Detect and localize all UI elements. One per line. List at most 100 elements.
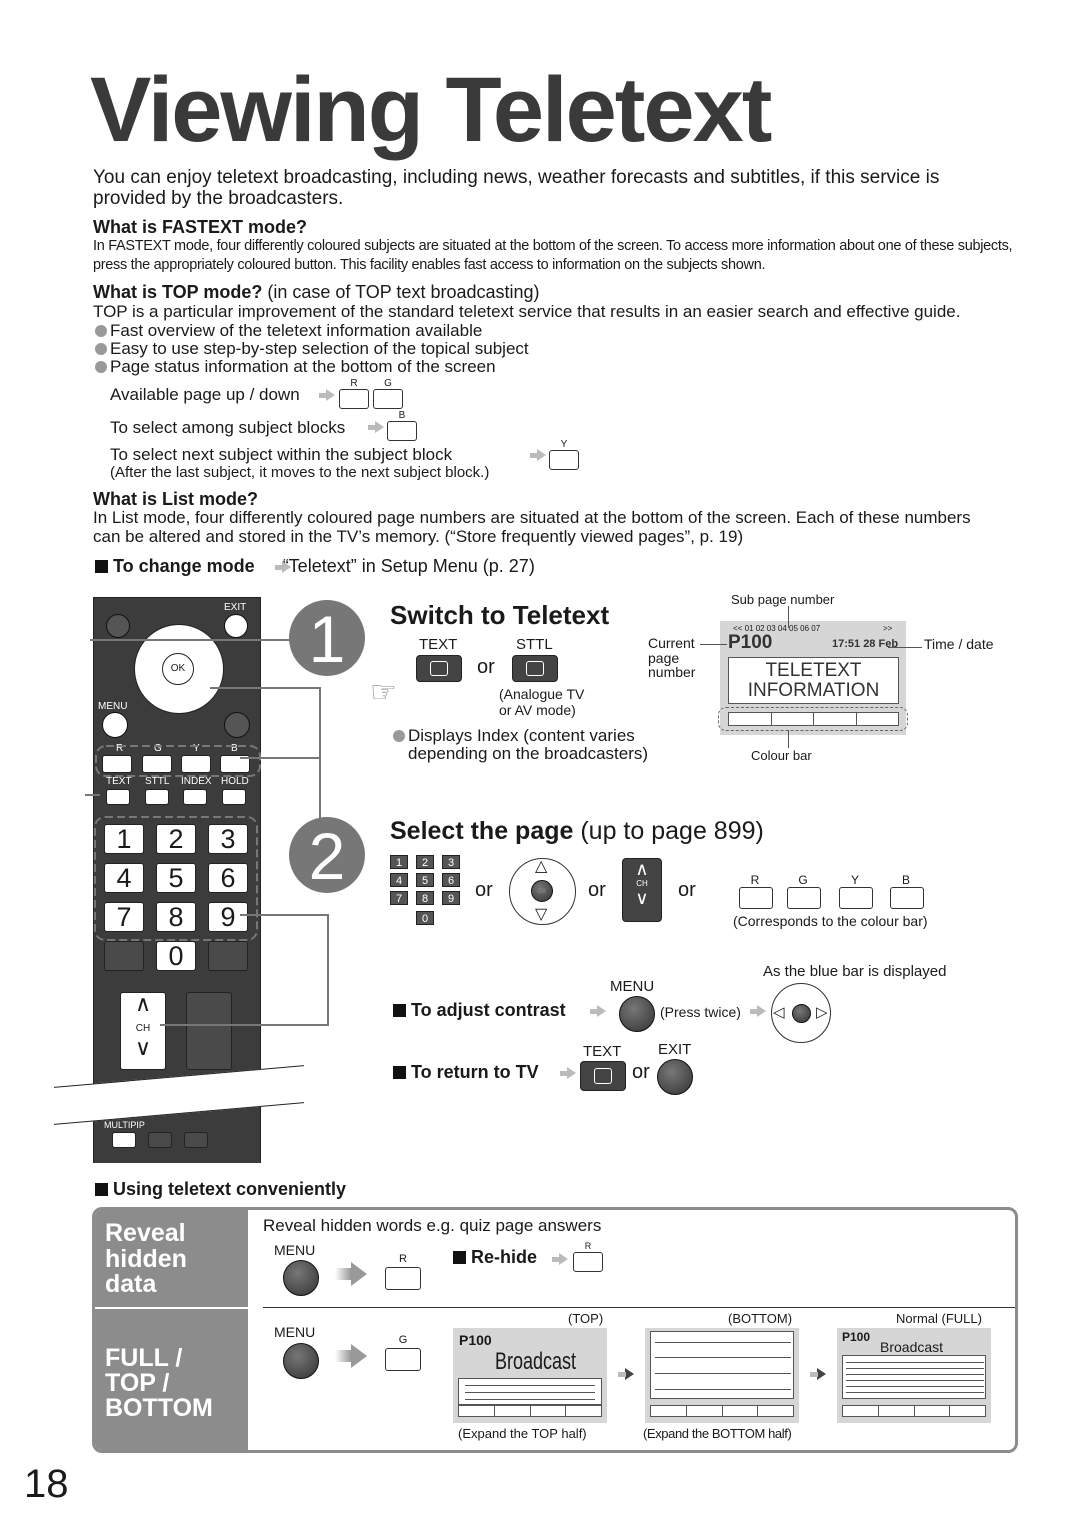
colour-bar-note: (Corresponds to the colour bar) — [733, 913, 928, 929]
arrow-icon — [590, 1005, 606, 1017]
arrow-icon — [275, 561, 291, 573]
page-number: 18 — [24, 1462, 69, 1506]
arrow-icon — [351, 1262, 367, 1286]
menu-label: MENU — [274, 1242, 316, 1258]
expand-top-note: (Expand the TOP half) — [458, 1426, 587, 1441]
current-page-label: page — [648, 650, 680, 666]
arrow-icon — [618, 1368, 634, 1380]
fastext-heading: What is FASTEXT mode? — [93, 217, 308, 237]
arrow-icon — [552, 1253, 568, 1265]
y-key — [839, 887, 873, 909]
number-key: 1 — [390, 855, 408, 869]
adjust-contrast: To adjust contrast — [393, 1000, 566, 1021]
number-key: 2 — [416, 855, 434, 869]
or-text: or — [477, 656, 495, 678]
arrow-icon — [319, 389, 335, 401]
after-last-text: (After the last subject, it moves to the… — [110, 464, 490, 481]
analogue-note: or AV mode) — [499, 702, 576, 718]
or-text: or — [678, 879, 696, 901]
arrow-icon — [560, 1067, 576, 1079]
analogue-note: (Analogue TV — [499, 686, 585, 702]
r-key-label: R — [399, 1253, 407, 1265]
g-key-label: G — [398, 1334, 408, 1346]
arrow-icon — [351, 1344, 367, 1368]
step-1-badge: 1 — [289, 600, 365, 676]
b-key-label: B — [398, 410, 406, 421]
step-1-title: Switch to Teletext — [390, 600, 610, 630]
remote-button[interactable] — [148, 1132, 172, 1148]
b-key-label: B — [901, 873, 910, 887]
next-subpages: >> — [883, 624, 893, 633]
arrow-icon — [750, 1005, 766, 1017]
menu-button-icon — [619, 996, 655, 1032]
top-bullet: Fast overview of the teletext informatio… — [95, 321, 482, 341]
menu-label: MENU — [610, 978, 655, 995]
number-key: 0 — [416, 911, 434, 925]
top-heading-bold: What is TOP mode? — [93, 282, 263, 302]
press-twice-note: (Press twice) — [660, 1004, 741, 1020]
reveal-desc: Reveal hidden words e.g. quiz page answe… — [263, 1216, 602, 1235]
or-text: or — [632, 1061, 650, 1083]
top-heading-note: (in case of TOP text broadcasting) — [262, 282, 540, 302]
expand-bottom-note: (Expand the BOTTOM half) — [643, 1426, 792, 1441]
full-screen: P100 Broadcast — [837, 1328, 991, 1423]
top-heading: What is TOP mode? (in case of TOP text b… — [93, 282, 540, 303]
sttl-button[interactable] — [512, 655, 558, 682]
or-text: or — [588, 879, 606, 901]
arrow-icon — [810, 1368, 826, 1380]
bottom-half-screen — [645, 1328, 799, 1423]
colour-bar-label: Colour bar — [751, 748, 812, 763]
top-bullet: Page status information at the bottom of… — [95, 357, 496, 377]
blue-bar-note: As the blue bar is displayed — [763, 963, 947, 980]
change-mode: To change mode “Teletext” in Setup Menu (… — [95, 556, 535, 577]
text-label: TEXT — [583, 1043, 622, 1060]
step-2-title: Select the page (up to page 899) — [390, 817, 764, 845]
page-title: Viewing Teletext — [90, 59, 772, 161]
sttl-label: STTL — [516, 636, 553, 653]
step-1-note: depending on the broadcasters) — [408, 744, 649, 763]
or-text: or — [475, 879, 493, 901]
page-updown-text: Available page up / down — [110, 385, 300, 404]
teletext-icon — [430, 661, 448, 676]
g-key — [787, 887, 821, 909]
arrow-icon — [368, 421, 384, 433]
g-key — [385, 1348, 421, 1371]
dpad-icon: △ ▽ OK — [509, 858, 576, 925]
r-key — [573, 1252, 603, 1272]
rehide: Re-hide — [453, 1247, 537, 1268]
number-key: 4 — [390, 873, 408, 887]
subtitle-icon — [526, 661, 544, 676]
g-key-label: G — [384, 378, 392, 389]
return-to-tv: To return to TV — [393, 1062, 539, 1083]
intro-text: You can enjoy teletext broadcasting, inc… — [93, 167, 940, 209]
multipip-button[interactable] — [112, 1132, 136, 1148]
current-page-label: Current — [648, 635, 695, 651]
top-label: (TOP) — [568, 1311, 604, 1326]
text-button[interactable] — [416, 655, 462, 682]
r-key-label: R — [350, 378, 358, 389]
r-key — [739, 887, 773, 909]
sub-page-label: Sub page number — [731, 592, 835, 607]
exit-button-icon — [657, 1059, 693, 1095]
menu-button-icon — [283, 1260, 319, 1296]
r-key-label: R — [750, 873, 760, 887]
fastext-body: In FASTEXT mode, four differently colour… — [93, 238, 1013, 273]
subject-blocks-text: To select among subject blocks — [110, 418, 346, 437]
exit-label: EXIT — [658, 1041, 692, 1058]
number-key: 5 — [416, 873, 434, 887]
g-key — [373, 389, 403, 409]
remote-button[interactable] — [184, 1132, 208, 1148]
number-key: 6 — [442, 873, 460, 887]
number-key: 7 — [390, 891, 408, 905]
full-label-panel: FULL / TOP / BOTTOM — [95, 1309, 248, 1450]
next-subject-text: To select next subject within the subjec… — [110, 445, 453, 464]
multipip-label: MULTIPIP — [104, 1120, 145, 1130]
text-button-icon — [580, 1061, 626, 1091]
number-key: 8 — [416, 891, 434, 905]
step-2-badge: 2 — [289, 817, 365, 893]
y-key-label: Y — [560, 439, 568, 450]
top-body: TOP is a particular improvement of the s… — [93, 302, 961, 321]
time-date: 17:51 28 Feb — [832, 638, 899, 650]
hand-pointer-icon: ☞ — [370, 676, 397, 709]
convenient-panel: Reveal hidden data FULL / TOP / BOTTOM R… — [92, 1207, 1018, 1453]
